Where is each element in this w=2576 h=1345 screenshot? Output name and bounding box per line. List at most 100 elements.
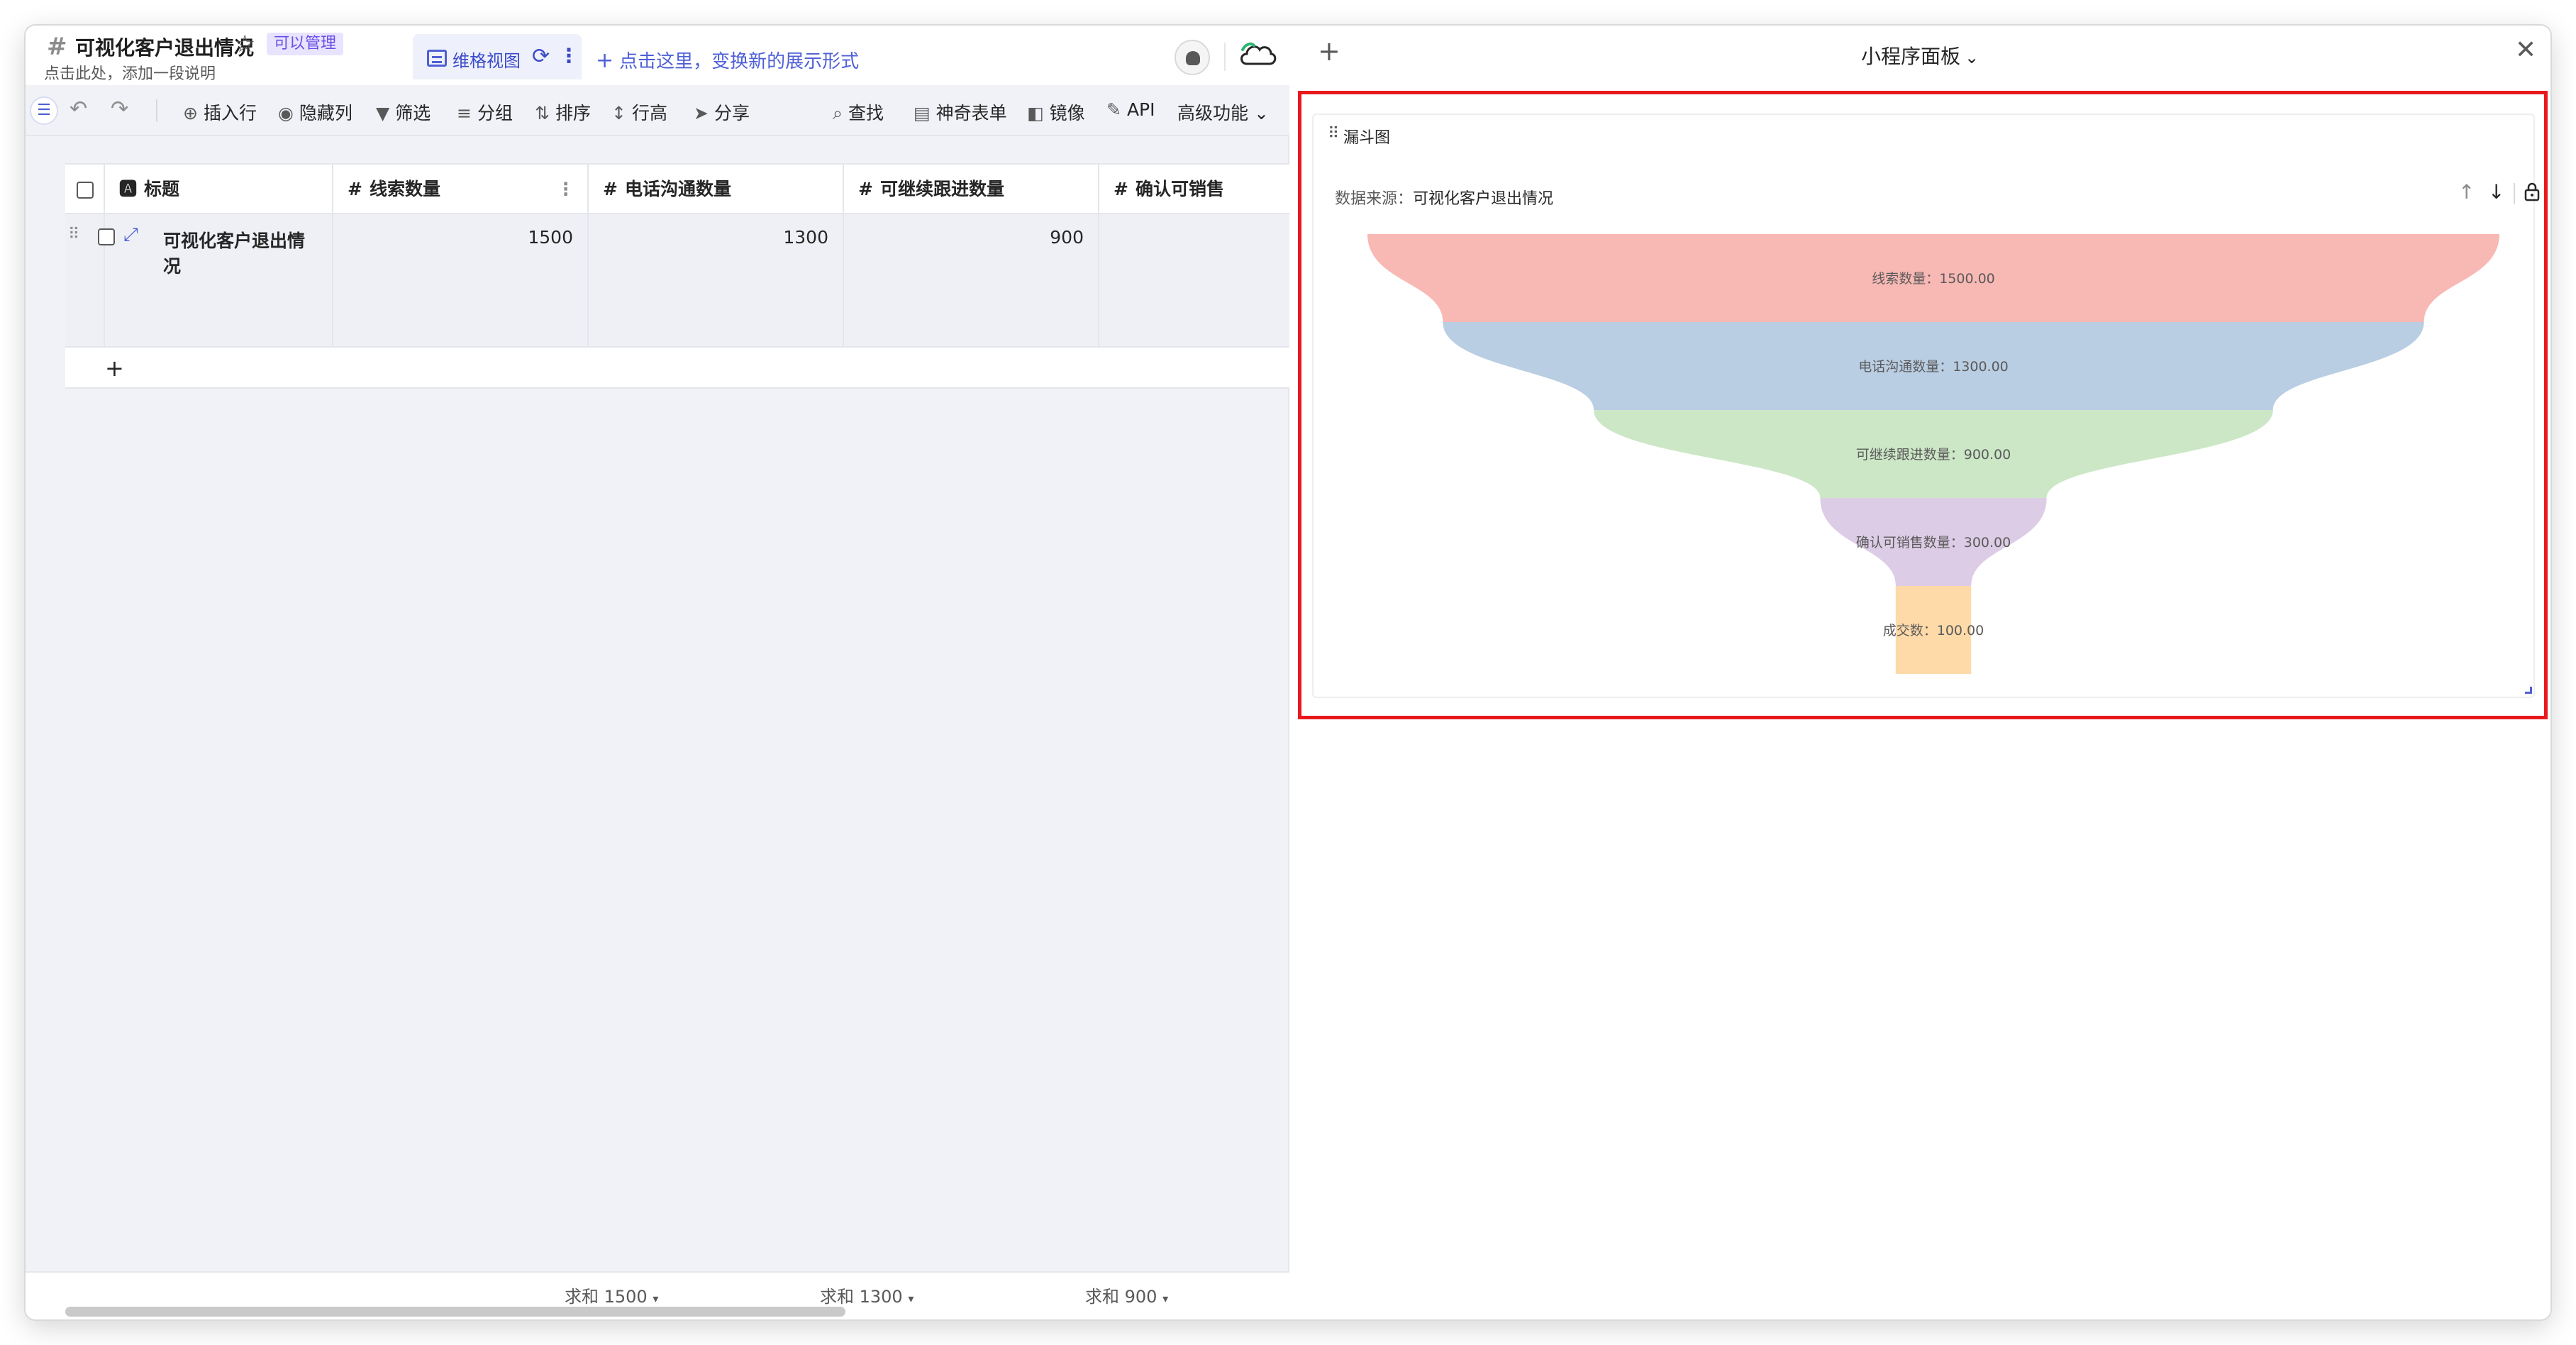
- sort-label: 排序: [555, 103, 591, 123]
- chevron-down-icon: ⌄: [1254, 103, 1269, 123]
- undo-icon[interactable]: ↶: [70, 96, 87, 121]
- widget-panel: + 小程序面板 ⌄ ✕ ⠿ 漏斗图 数据来源： 可视化客户退出情况 ↑ ↓ 线索数…: [1289, 26, 2550, 1319]
- hide-columns-label: 隐藏列: [299, 103, 352, 123]
- magic-form-button[interactable]: ▤ 神奇表单: [914, 99, 1007, 125]
- cell-calls[interactable]: 1300: [589, 214, 844, 348]
- sync-icon[interactable]: ⟳: [532, 44, 550, 69]
- sum-followups-label: 求和 900: [1085, 1287, 1157, 1307]
- close-icon[interactable]: ✕: [2515, 35, 2536, 65]
- share-icon: ➤: [694, 103, 709, 123]
- column-header-label: 标题: [144, 179, 180, 199]
- find-button[interactable]: ⌕ 查找: [833, 99, 884, 125]
- cloud-icon[interactable]: [1237, 40, 1277, 71]
- advanced-label: 高级功能: [1177, 103, 1249, 123]
- app-window: # 可视化客户退出情况 ☆ 可以管理 点击此处，添加一段说明 维格视图 ⟳ ⋮ …: [26, 26, 2550, 1319]
- funnel-label: 线索数量：1500.00: [1872, 271, 1995, 287]
- add-view-button[interactable]: + 点击这里，变换新的展示形式: [596, 47, 859, 73]
- datasheet-header: # 可视化客户退出情况 ☆ 可以管理 点击此处，添加一段说明 维格视图 ⟳ ⋮ …: [26, 26, 1289, 85]
- caret-down-icon: ▾: [653, 1292, 659, 1305]
- sum-leads[interactable]: 求和 1500 ▾: [565, 1283, 658, 1307]
- cell-leads[interactable]: 1500: [333, 214, 589, 348]
- column-header-leads[interactable]: # 线索数量 ⋮: [333, 165, 589, 216]
- column-header-calls[interactable]: # 电话沟通数量: [589, 165, 844, 216]
- redo-icon[interactable]: ↷: [111, 96, 128, 121]
- form-icon: ▤: [914, 103, 931, 123]
- plus-circle-icon: ⊕: [183, 103, 198, 123]
- group-button[interactable]: ≡ 分组: [457, 99, 513, 125]
- sum-followups[interactable]: 求和 900 ▾: [1085, 1283, 1168, 1307]
- sum-calls[interactable]: 求和 1300 ▾: [820, 1283, 914, 1307]
- tab-grid-view-label[interactable]: 维格视图: [453, 47, 521, 72]
- add-row-button[interactable]: +: [65, 348, 1289, 389]
- mirror-icon: ◧: [1027, 103, 1044, 123]
- group-label: 分组: [477, 103, 513, 123]
- number-field-icon: #: [348, 179, 362, 199]
- text-field-icon: 🅰: [119, 179, 138, 199]
- cell-sellable[interactable]: [1099, 214, 1289, 348]
- horizontal-scrollbar[interactable]: [65, 1307, 845, 1317]
- hide-columns-button[interactable]: ◉ 隐藏列: [278, 99, 352, 125]
- funnel-label: 成交数：100.00: [1883, 623, 1984, 638]
- column-header-followups[interactable]: # 可继续跟进数量: [844, 165, 1099, 216]
- row-height-icon: ↕: [611, 103, 626, 123]
- share-button[interactable]: ➤ 分享: [694, 99, 750, 125]
- panel-title[interactable]: 小程序面板 ⌄: [1289, 41, 2550, 70]
- funnel-label: 可继续跟进数量：900.00: [1856, 447, 2011, 463]
- description-field[interactable]: 点击此处，添加一段说明: [44, 61, 216, 84]
- widget-panel-header: + 小程序面板 ⌄ ✕: [1289, 26, 2550, 82]
- divider: [1224, 43, 1226, 71]
- sum-leads-label: 求和 1500: [565, 1287, 648, 1307]
- number-field-icon: #: [603, 179, 618, 199]
- mirror-label: 镜像: [1049, 103, 1085, 123]
- resize-handle-icon[interactable]: [2525, 687, 2532, 694]
- column-header-title[interactable]: 🅰 标题: [105, 165, 333, 216]
- more-vertical-icon[interactable]: ⋮: [559, 44, 579, 67]
- share-label: 分享: [714, 103, 750, 123]
- column-header-label: 电话沟通数量: [624, 179, 731, 199]
- number-field-icon: #: [1114, 179, 1128, 199]
- sort-button[interactable]: ⇅ 排序: [535, 99, 591, 125]
- select-all-cell[interactable]: [65, 165, 105, 216]
- column-header-sellable[interactable]: # 确认可销售: [1099, 165, 1289, 216]
- insert-row-button[interactable]: ⊕ 插入行: [183, 99, 257, 125]
- advanced-features-button[interactable]: 高级功能 ⌄: [1177, 99, 1269, 125]
- api-label: API: [1126, 99, 1155, 120]
- funnel-label: 确认可销售数量：300.00: [1856, 535, 2011, 550]
- filter-icon: ▼: [376, 103, 390, 123]
- header-row: 🅰 标题 # 线索数量 ⋮ # 电话沟通数量 # 可继续跟进数量 # 确认可销售: [65, 163, 1289, 216]
- star-icon[interactable]: ☆: [234, 30, 255, 58]
- plus-icon: +: [596, 48, 614, 73]
- panel-title-label: 小程序面板: [1860, 45, 1960, 68]
- avatar[interactable]: [1175, 40, 1210, 75]
- column-menu-icon[interactable]: ⋮: [557, 165, 574, 214]
- chevron-down-icon: ⌄: [1964, 48, 1980, 67]
- cell-followups[interactable]: 900: [844, 214, 1099, 348]
- funnel-widget: ⠿ 漏斗图 数据来源： 可视化客户退出情况 ↑ ↓ 线索数量：1500.00 电话…: [1312, 114, 2540, 698]
- filter-button[interactable]: ▼ 筛选: [376, 99, 431, 125]
- row-height-button[interactable]: ↕ 行高: [611, 99, 667, 125]
- row-checkbox[interactable]: [98, 228, 115, 245]
- group-icon: ≡: [457, 103, 472, 123]
- caret-down-icon: ▾: [1162, 1292, 1169, 1305]
- plus-icon: +: [105, 355, 124, 382]
- permission-badge: 可以管理: [267, 33, 344, 55]
- datasheet-icon: #: [47, 33, 67, 61]
- column-header-label: 确认可销售: [1135, 179, 1224, 199]
- grid-view-icon: [427, 50, 447, 67]
- sort-icon: ⇅: [535, 103, 550, 123]
- row-height-label: 行高: [631, 103, 667, 123]
- search-icon: ⌕: [833, 103, 843, 123]
- column-header-label: 线索数量: [369, 179, 440, 199]
- sidebar-toggle-button[interactable]: ☰: [30, 96, 58, 125]
- toolbar-divider: [156, 99, 157, 122]
- eye-icon: ◉: [278, 103, 294, 123]
- number-field-icon: #: [858, 179, 873, 199]
- select-all-checkbox[interactable]: [77, 182, 94, 199]
- datasheet-title[interactable]: 可视化客户退出情况: [75, 33, 254, 61]
- table-row[interactable]: ⠿ ⤢ 可视化客户退出情况 1500 1300 900: [65, 214, 1289, 348]
- mirror-button[interactable]: ◧ 镜像: [1027, 99, 1085, 125]
- expand-record-icon[interactable]: ⤢: [123, 224, 138, 246]
- api-button[interactable]: ✎ API: [1106, 99, 1155, 120]
- drag-handle-icon[interactable]: ⠿: [68, 226, 79, 243]
- cell-title[interactable]: 可视化客户退出情况: [152, 214, 333, 348]
